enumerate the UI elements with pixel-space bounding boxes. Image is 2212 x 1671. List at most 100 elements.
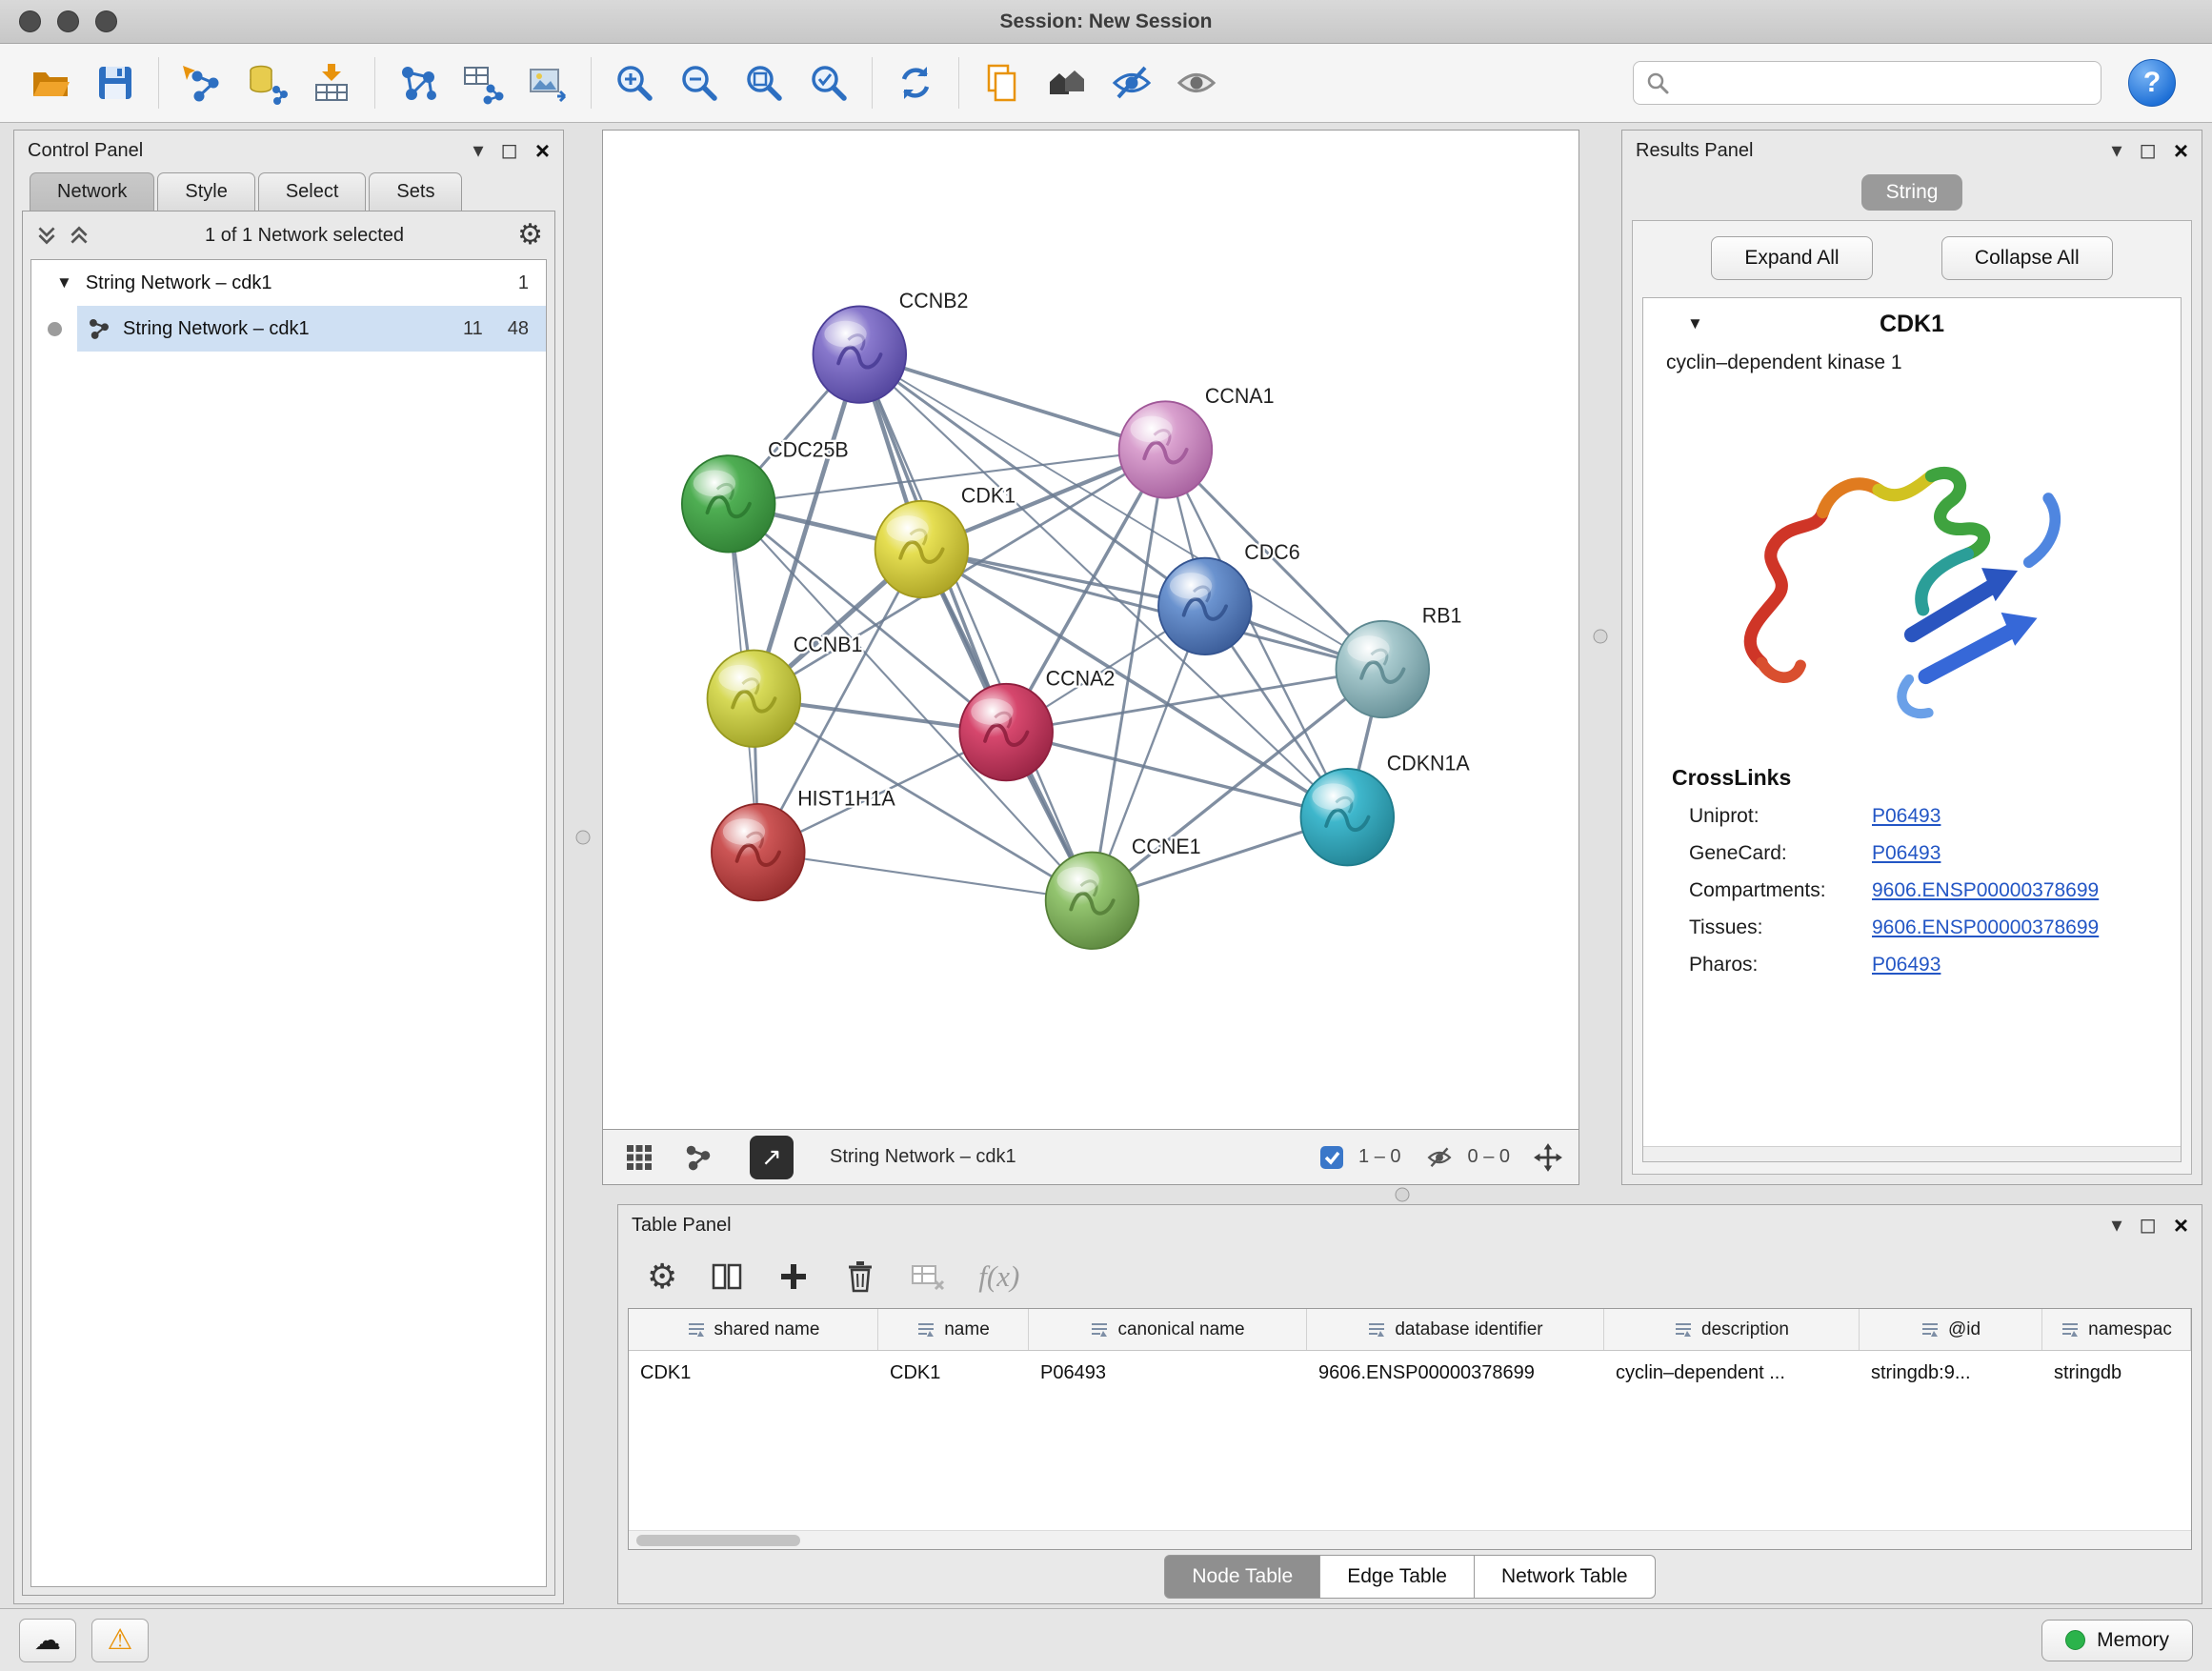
open-session-button[interactable] (23, 55, 78, 111)
crosslink-link[interactable]: 9606.ENSP00000378699 (1872, 879, 2099, 902)
column-header-namespac[interactable]: namespac (2042, 1309, 2191, 1350)
network-edge[interactable] (1006, 733, 1347, 817)
splitter-handle[interactable] (1396, 1187, 1410, 1201)
column-header-canonical-name[interactable]: canonical name (1029, 1309, 1307, 1350)
import-network-from-database-button[interactable] (239, 55, 294, 111)
network-collection-row[interactable]: ▼ String Network – cdk1 1 (31, 260, 546, 306)
search-box[interactable] (1633, 61, 2101, 105)
gear-icon[interactable]: ⚙ (517, 221, 543, 250)
tab-style[interactable]: Style (157, 172, 254, 211)
search-input[interactable] (1679, 71, 2089, 95)
table-row[interactable]: CDK1CDK1P064939606.ENSP00000378699cyclin… (629, 1351, 2191, 1395)
delete-icon[interactable] (843, 1259, 877, 1294)
network-edge[interactable] (859, 354, 1092, 900)
network-view[interactable]: CCNB2CCNA1CDC25BCDK1CDC6RB1CCNB1CCNA2CDK… (602, 130, 1579, 1130)
new-network-button[interactable] (391, 55, 446, 111)
network-node-ccne1[interactable] (1046, 853, 1139, 949)
crosslink-link[interactable]: 9606.ENSP00000378699 (1872, 916, 2099, 939)
results-splitter[interactable] (1579, 130, 1621, 1185)
import-table-button[interactable] (304, 55, 359, 111)
column-header-description[interactable]: description (1604, 1309, 1860, 1350)
network-edge[interactable] (859, 354, 1165, 450)
close-panel-button[interactable]: × (535, 136, 550, 166)
annotations-button[interactable] (975, 55, 1030, 111)
network-node-ccna1[interactable] (1119, 401, 1213, 497)
columns-icon[interactable] (710, 1259, 744, 1294)
results-scrollbar[interactable] (1643, 1146, 2181, 1161)
add-icon[interactable] (776, 1259, 811, 1294)
network-node-cdk1[interactable] (875, 501, 969, 597)
memory-button[interactable]: Memory (2041, 1620, 2193, 1661)
table-horizontal-scrollbar[interactable] (629, 1530, 2191, 1549)
import-network-from-file-button[interactable] (174, 55, 230, 111)
crosslink-link[interactable]: P06493 (1872, 842, 1941, 865)
birds-eye-view-button[interactable] (618, 1137, 660, 1178)
export-image-button[interactable] (520, 55, 575, 111)
column-header-name[interactable]: name (878, 1309, 1029, 1350)
tab-select[interactable]: Select (258, 172, 367, 211)
string-tab-badge[interactable]: String (1861, 174, 1963, 211)
column-header-database-identifier[interactable]: database identifier (1307, 1309, 1604, 1350)
protein-section-header[interactable]: ▼ CDK1 (1643, 298, 2181, 350)
tab-network-table[interactable]: Network Table (1475, 1555, 1656, 1599)
hide-selected-button[interactable] (1104, 55, 1159, 111)
table-cell[interactable]: 9606.ENSP00000378699 (1307, 1351, 1604, 1395)
apply-layout-button[interactable] (888, 55, 943, 111)
selected-network-item[interactable]: String Network – cdk1 11 48 (77, 306, 546, 352)
splitter-handle[interactable] (1594, 629, 1608, 643)
table-cell[interactable]: cyclin–dependent ... (1604, 1351, 1860, 1395)
table-cell[interactable]: stringdb (2042, 1351, 2191, 1395)
save-session-button[interactable] (88, 55, 143, 111)
close-window-button[interactable] (19, 10, 41, 32)
network-node-cdc6[interactable] (1158, 558, 1252, 654)
network-node-cdkn1a[interactable] (1300, 769, 1394, 865)
crosslink-link[interactable]: P06493 (1872, 805, 1941, 828)
expand-all-icon[interactable] (67, 223, 91, 248)
expand-all-button[interactable]: Expand All (1711, 236, 1872, 280)
float-panel-button[interactable]: ◻ (501, 138, 518, 163)
crosslink-link[interactable]: P06493 (1872, 954, 1941, 976)
zoom-fit-button[interactable] (736, 55, 792, 111)
network-row[interactable]: String Network – cdk1 11 48 (31, 306, 546, 352)
delete-table-icon[interactable] (910, 1260, 946, 1293)
minimize-window-button[interactable] (57, 10, 79, 32)
network-edge[interactable] (758, 853, 1093, 901)
table-cell[interactable]: stringdb:9... (1860, 1351, 2042, 1395)
collapse-all-button[interactable]: Collapse All (1941, 236, 2113, 280)
export-view-button[interactable]: ↗ (750, 1136, 794, 1179)
zoom-window-button[interactable] (95, 10, 117, 32)
close-panel-button[interactable]: × (2174, 1211, 2188, 1240)
vertical-splitter[interactable] (564, 130, 602, 1604)
table-cell[interactable]: CDK1 (878, 1351, 1029, 1395)
network-view-share-button[interactable] (677, 1137, 719, 1178)
pan-move-icon[interactable] (1533, 1142, 1563, 1173)
cloud-button[interactable]: ☁ (19, 1619, 76, 1662)
new-network-from-table-button[interactable] (455, 55, 511, 111)
collapse-triangle-icon[interactable]: ▼ (56, 273, 72, 292)
tab-sets[interactable]: Sets (369, 172, 462, 211)
network-node-cdc25b[interactable] (682, 455, 775, 552)
float-panel-button[interactable]: ◻ (2140, 138, 2157, 163)
help-button[interactable]: ? (2128, 59, 2176, 107)
collapse-all-icon[interactable] (34, 223, 59, 248)
network-node-ccna2[interactable] (959, 684, 1053, 780)
selected-checkbox-icon[interactable] (1318, 1144, 1345, 1171)
show-hidden-button[interactable] (1169, 55, 1224, 111)
column-header-shared-name[interactable]: shared name (629, 1309, 878, 1350)
panel-menu-button[interactable]: ▾ (2112, 138, 2122, 163)
function-builder-icon[interactable]: f(x) (978, 1259, 1019, 1294)
zoom-in-button[interactable] (607, 55, 662, 111)
panel-menu-button[interactable]: ▾ (2112, 1213, 2122, 1238)
zoom-out-button[interactable] (672, 55, 727, 111)
network-node-ccnb2[interactable] (813, 306, 906, 402)
tab-node-table[interactable]: Node Table (1164, 1555, 1320, 1599)
column-header-@id[interactable]: @id (1860, 1309, 2042, 1350)
float-panel-button[interactable]: ◻ (2140, 1213, 2157, 1238)
network-node-ccnb1[interactable] (708, 651, 801, 747)
splitter-handle[interactable] (576, 831, 591, 845)
panel-menu-button[interactable]: ▾ (473, 138, 484, 163)
zoom-selected-button[interactable] (801, 55, 856, 111)
close-panel-button[interactable]: × (2174, 136, 2188, 166)
table-gear-icon[interactable]: ⚙ (647, 1259, 677, 1294)
tab-edge-table[interactable]: Edge Table (1320, 1555, 1475, 1599)
